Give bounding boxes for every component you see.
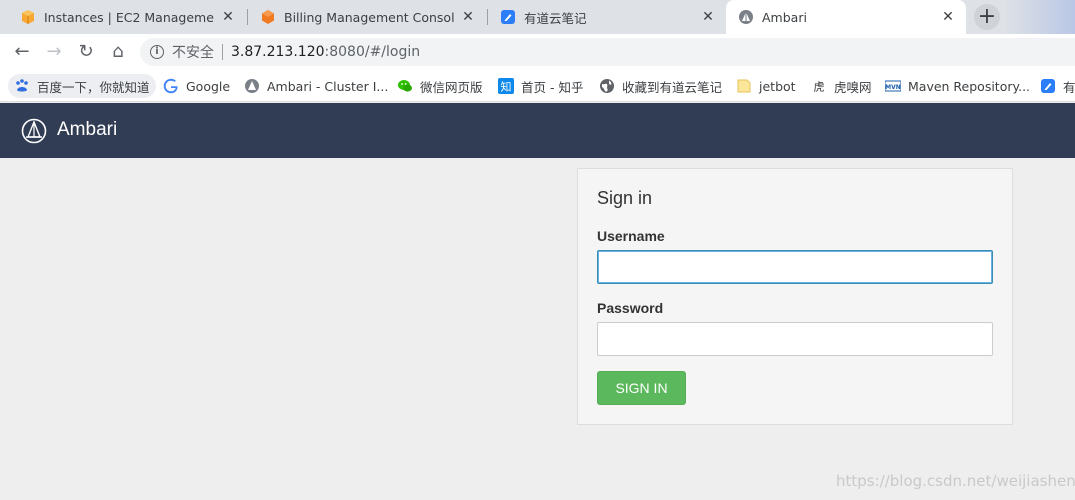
google-icon: [163, 78, 178, 94]
reload-icon: ↻: [78, 41, 94, 62]
youdao-note-icon: [501, 10, 515, 24]
bookmark-label: 有: [1063, 79, 1075, 95]
bookmark-jetbot[interactable]: jetbot: [730, 74, 802, 98]
close-icon[interactable]: ✕: [220, 9, 236, 25]
watermark: https://blog.csdn.net/weijiasheng: [836, 472, 1075, 490]
bookmark-youdao-collect[interactable]: 收藏到有道云笔记: [593, 74, 728, 98]
bookmark-youdao[interactable]: 有: [1034, 74, 1075, 98]
close-icon[interactable]: ✕: [460, 9, 476, 25]
aws-cube-icon: [22, 10, 34, 24]
baidu-icon: [16, 79, 28, 92]
bookmark-huxiu[interactable]: 虎 虎嗅网: [805, 74, 878, 98]
bookmarks-bar: 百度一下，你就知道 Google Ambari - Cluster I... 微…: [0, 70, 1075, 102]
app-header: Ambari: [0, 103, 1075, 158]
username-label: Username: [597, 228, 665, 244]
url-host: 3.87.213.120: [231, 44, 325, 60]
tab-title: 有道云笔记: [524, 10, 587, 26]
youdao-note-icon: [1041, 79, 1055, 93]
bookmark-wechat[interactable]: 微信网页版: [391, 74, 489, 98]
tab-strip-background: [1005, 0, 1075, 34]
close-icon[interactable]: ✕: [700, 9, 716, 25]
huxiu-icon: 虎: [814, 81, 825, 94]
bookmark-label: Google: [186, 78, 231, 94]
tab-billing-console[interactable]: Billing Management Console ✕: [248, 0, 486, 34]
mvn-icon: MVN: [885, 80, 901, 92]
browser-toolbar: ← → ↻ ⌂ i 不安全 3.87.213.120:8080/#/login: [0, 34, 1075, 70]
bookmark-google[interactable]: Google: [157, 74, 236, 98]
back-button[interactable]: ←: [11, 41, 33, 63]
home-button[interactable]: ⌂: [107, 41, 129, 63]
aws-billing-icon: [262, 10, 274, 24]
tab-youdao-note[interactable]: 有道云笔记 ✕: [488, 0, 726, 34]
bookmark-label: Maven Repository...: [908, 78, 1031, 94]
new-tab-button[interactable]: +: [974, 4, 1000, 30]
bookmark-label: 微信网页版: [420, 79, 483, 95]
back-arrow-icon: ←: [14, 41, 30, 62]
wechat-icon: [398, 80, 412, 92]
password-label: Password: [597, 300, 664, 316]
security-status[interactable]: 不安全: [172, 42, 214, 62]
tab-ambari[interactable]: Ambari ✕: [726, 0, 966, 34]
svg-text:知: 知: [501, 80, 512, 94]
sign-in-button[interactable]: SIGN IN: [597, 371, 686, 405]
info-icon[interactable]: i: [150, 45, 164, 59]
forward-button[interactable]: →: [43, 41, 65, 63]
bookmark-label: 收藏到有道云笔记: [622, 79, 723, 95]
username-input[interactable]: [597, 250, 993, 284]
svg-text:虎: 虎: [814, 81, 825, 94]
zhihu-icon: 知: [498, 78, 514, 94]
bookmark-label: 虎嗅网: [834, 79, 872, 95]
bookmark-label: Ambari - Cluster I...: [267, 78, 389, 94]
bookmark-label: 百度一下，你就知道: [37, 79, 150, 95]
forward-arrow-icon: →: [46, 41, 62, 62]
bookmark-baidu[interactable]: 百度一下，你就知道: [8, 74, 156, 98]
tab-title: Ambari: [762, 9, 807, 25]
login-panel: Sign in Username Password SIGN IN: [577, 168, 1013, 425]
ambari-icon: [739, 10, 753, 24]
url-path: :8080/#/login: [324, 44, 421, 60]
home-icon: ⌂: [112, 41, 124, 62]
login-title: Sign in: [597, 188, 653, 208]
tab-title: Instances | EC2 Management C: [44, 9, 214, 25]
ambari-logo-icon[interactable]: [21, 118, 47, 144]
close-icon[interactable]: ✕: [940, 9, 956, 25]
app-title[interactable]: Ambari: [57, 119, 117, 141]
ambari-icon: [245, 79, 259, 93]
reload-button[interactable]: ↻: [75, 41, 97, 63]
tab-title: Billing Management Console: [284, 9, 454, 25]
bookmark-label: jetbot: [759, 78, 796, 94]
bookmark-label: 首页 - 知乎: [521, 79, 584, 95]
address-bar[interactable]: i 不安全 3.87.213.120:8080/#/login: [140, 38, 1075, 66]
tab-ec2-instances[interactable]: Instances | EC2 Management C ✕: [8, 0, 246, 34]
bookmark-ambari-cluster[interactable]: Ambari - Cluster I...: [238, 74, 394, 98]
bookmark-zhihu[interactable]: 知 首页 - 知乎: [492, 74, 589, 98]
globe-icon: [600, 79, 614, 93]
browser-tab-strip: Instances | EC2 Management C ✕ Billing M…: [0, 0, 1075, 34]
bookmark-maven[interactable]: MVN Maven Repository...: [879, 74, 1036, 98]
svg-text:MVN: MVN: [885, 84, 901, 91]
password-input[interactable]: [597, 322, 993, 356]
folder-icon: [737, 79, 751, 93]
address-divider: [222, 44, 223, 60]
